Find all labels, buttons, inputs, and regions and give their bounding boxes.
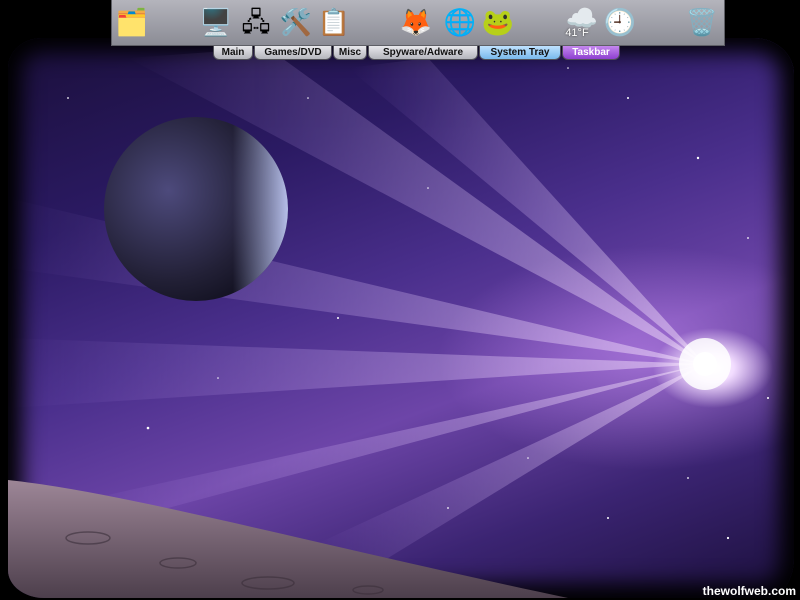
network-icon[interactable]: 🖧 xyxy=(238,4,274,40)
tab-games-dvd[interactable]: Games/DVD xyxy=(254,46,332,60)
folder-apps-icon[interactable]: 🗂️ xyxy=(114,4,150,40)
planet xyxy=(104,117,288,301)
my-computer-icon[interactable]: 🖥️ xyxy=(198,4,234,40)
firefox-icon[interactable]: 🦊 xyxy=(398,4,434,40)
globe-icon[interactable]: 🌐 xyxy=(442,4,478,40)
tab-misc[interactable]: Misc xyxy=(333,46,367,60)
checklist-icon[interactable]: 📋 xyxy=(316,4,352,40)
clock-icon[interactable]: 🕘 xyxy=(602,4,638,40)
recycle-bin-icon[interactable]: 🗑️ xyxy=(684,4,720,40)
tab-system-tray[interactable]: System Tray xyxy=(479,46,561,60)
weather-temperature: 41°F xyxy=(565,27,589,39)
frog-icon[interactable]: 🐸 xyxy=(480,4,516,40)
dock-bar: 🗂️ 🖥️ 🖧 🛠️ 📋 🦊 🌐 🐸 ☁️ 41°F 🕘 🗑️ xyxy=(111,0,725,46)
tab-spyware-adware[interactable]: Spyware/Adware xyxy=(368,46,478,60)
dock-tabs: Main Games/DVD Misc Spyware/Adware Syste… xyxy=(0,46,800,60)
tools-icon[interactable]: 🛠️ xyxy=(278,4,314,40)
tab-main[interactable]: Main xyxy=(213,46,253,60)
desktop-wallpaper xyxy=(8,38,794,598)
watermark: thewolfweb.com xyxy=(702,584,796,598)
tab-taskbar[interactable]: Taskbar xyxy=(562,46,620,60)
comet-rays xyxy=(8,48,705,558)
